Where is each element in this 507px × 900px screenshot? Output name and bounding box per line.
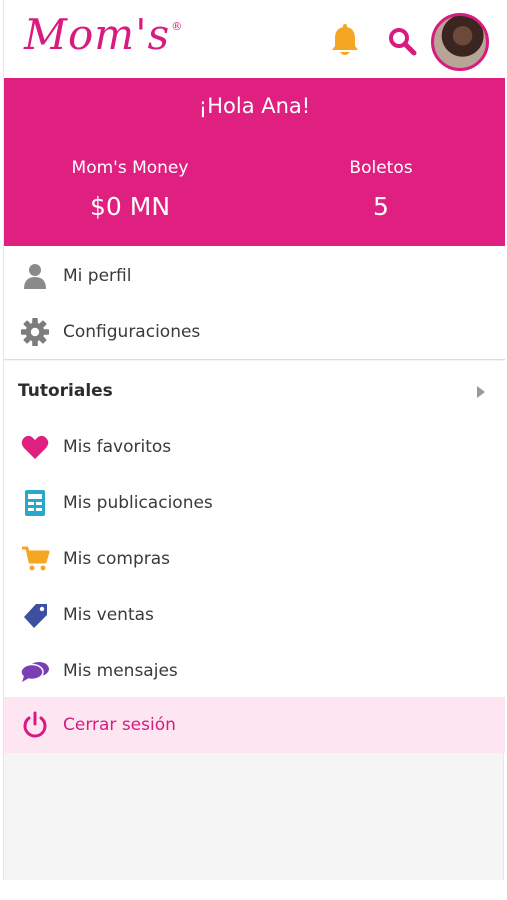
menu-item-label: Configuraciones [63,322,201,342]
bell-icon[interactable] [329,24,361,58]
menu-item-label: Mis favoritos [63,437,172,457]
user-banner: ¡Hola Ana! Mom's Money $0 MN Boletos 5 [4,78,505,246]
menu-item-logout[interactable]: Cerrar sesión [4,697,505,753]
menu-item-purchases[interactable]: Mis compras [4,531,505,587]
menu-item-label: Mis publicaciones [63,493,213,513]
publications-icon [25,490,45,516]
app-logo[interactable]: Mom's® [24,10,182,59]
menu-item-sales[interactable]: Mis ventas [4,587,505,643]
heart-icon [21,435,49,459]
menu-item-label: Mi perfil [63,266,132,286]
menu-item-label: Mis mensajes [63,661,178,681]
main-menu: Tutoriales Mis favoritos Mis publicacion… [4,361,505,753]
app-frame: Mom's® ¡Hola Ana! Mom's Money $0 MN Bole… [3,0,505,880]
account-menu: Mi perfil Configuraciones [4,246,505,360]
chat-icon [20,662,49,682]
tickets[interactable]: Boletos 5 [281,158,481,221]
user-icon [24,264,46,289]
search-icon[interactable] [387,26,417,56]
avatar[interactable] [431,13,489,71]
moms-money-label: Mom's Money [71,158,189,178]
menu-item-tutorials[interactable]: Tutoriales [4,363,505,419]
power-icon [23,711,47,738]
menu-item-label: Cerrar sesión [63,715,176,735]
gear-icon [21,318,49,346]
tickets-value: 5 [373,192,389,221]
tag-icon [24,604,47,628]
menu-item-publications[interactable]: Mis publicaciones [4,475,505,531]
chevron-right-icon [477,386,485,398]
menu-item-label: Mis compras [63,549,171,569]
menu-item-favorites[interactable]: Mis favoritos [4,419,505,475]
menu-item-settings[interactable]: Configuraciones [4,304,505,360]
menu-item-label: Tutoriales [18,381,113,401]
top-bar: Mom's® [4,0,505,78]
menu-item-messages[interactable]: Mis mensajes [4,643,505,699]
tickets-label: Boletos [349,158,413,178]
cart-icon [22,546,50,571]
moms-money[interactable]: Mom's Money $0 MN [30,158,230,221]
menu-item-profile[interactable]: Mi perfil [4,248,505,304]
moms-money-value: $0 MN [89,192,171,221]
menu-item-label: Mis ventas [63,605,154,625]
greeting: ¡Hola Ana! [198,94,311,118]
